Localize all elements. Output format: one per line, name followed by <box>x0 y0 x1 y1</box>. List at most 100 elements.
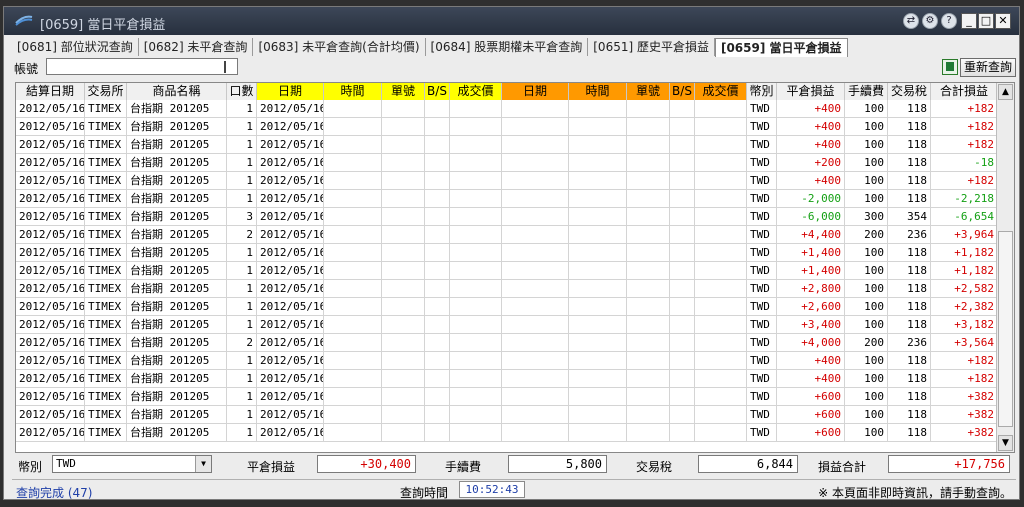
table-cell <box>450 316 502 334</box>
table-cell: 2012/05/16 <box>257 244 324 262</box>
chevron-down-icon[interactable]: ▼ <box>195 456 211 472</box>
table-cell <box>382 334 425 352</box>
tab-0659[interactable]: [0659] 當日平倉損益 <box>714 38 848 57</box>
table-cell <box>695 352 747 370</box>
pnl-label: 平倉損益 <box>247 460 296 474</box>
table-cell: 1 <box>227 298 257 316</box>
column-header[interactable]: 商品名稱 <box>127 83 227 100</box>
tab-0681[interactable]: [0681] 部位狀況查詢 <box>12 38 139 56</box>
table-cell <box>627 424 670 442</box>
table-cell <box>502 190 569 208</box>
column-header[interactable]: 成交價 <box>450 83 502 100</box>
column-header[interactable]: 平倉損益 <box>777 83 845 100</box>
table-cell: +3,964 <box>931 226 998 244</box>
table-cell: +1,400 <box>777 244 845 262</box>
table-cell <box>382 352 425 370</box>
app-window: [0659] 當日平倉損益 ⇄ ⚙ ? _ □ ✕ [0681] 部位狀況查詢 … <box>3 6 1020 500</box>
table-cell: TWD <box>747 100 777 118</box>
excel-export-icon[interactable] <box>942 59 958 75</box>
table-cell <box>502 352 569 370</box>
refresh-button[interactable]: 重新查詢 <box>960 58 1016 77</box>
table-cell: 1 <box>227 244 257 262</box>
settings-icon[interactable]: ⚙ <box>922 13 938 29</box>
table-cell <box>324 316 382 334</box>
table-cell: 1 <box>227 280 257 298</box>
table-cell <box>425 172 450 190</box>
scroll-thumb[interactable] <box>998 231 1013 427</box>
table-cell: 100 <box>845 118 888 136</box>
column-header[interactable]: 日期 <box>502 83 569 100</box>
link-icon[interactable]: ⇄ <box>903 13 919 29</box>
table-cell: 2012/05/16 <box>16 154 85 172</box>
table-cell <box>502 244 569 262</box>
account-field[interactable] <box>46 58 238 75</box>
column-header[interactable]: 成交價 <box>695 83 747 100</box>
column-header[interactable]: 單號 <box>627 83 670 100</box>
table-cell <box>627 352 670 370</box>
table-cell: TIMEX <box>85 172 127 190</box>
table-cell <box>502 100 569 118</box>
table-cell: TWD <box>747 136 777 154</box>
column-header[interactable]: 日期 <box>257 83 324 100</box>
column-header[interactable]: 單號 <box>382 83 425 100</box>
table-cell: 台指期 201205 <box>127 190 227 208</box>
table-cell <box>425 370 450 388</box>
column-header[interactable]: B/S <box>425 83 450 100</box>
table-cell <box>382 280 425 298</box>
currency-select[interactable]: TWD ▼ <box>52 455 212 473</box>
tab-0682[interactable]: [0682] 未平倉查詢 <box>139 38 254 56</box>
summary-bar: 幣別 TWD ▼ 平倉損益 +30,400 手續費 5,800 交易稅 6,84… <box>12 454 1016 476</box>
column-header[interactable]: 合計損益 <box>931 83 998 100</box>
minimize-button[interactable]: _ <box>961 13 977 29</box>
scroll-down-icon[interactable]: ▼ <box>998 435 1013 451</box>
column-header[interactable]: B/S <box>670 83 695 100</box>
vertical-scrollbar[interactable]: ▲ ▼ <box>996 83 1014 452</box>
table-cell: 2012/05/16 <box>257 262 324 280</box>
table-cell <box>425 208 450 226</box>
table-cell <box>324 172 382 190</box>
table-cell <box>450 100 502 118</box>
table-cell: +600 <box>777 406 845 424</box>
column-header[interactable]: 時間 <box>324 83 382 100</box>
table-cell <box>670 352 695 370</box>
table-cell: 2012/05/16 <box>257 424 324 442</box>
table-cell: 台指期 201205 <box>127 154 227 172</box>
table-cell: 2012/05/16 <box>16 334 85 352</box>
column-header[interactable]: 交易所 <box>85 83 127 100</box>
table-cell <box>425 316 450 334</box>
column-header[interactable]: 幣別 <box>747 83 777 100</box>
table-cell <box>569 154 627 172</box>
table-cell <box>502 136 569 154</box>
table-cell: 2012/05/16 <box>257 406 324 424</box>
table-cell: 台指期 201205 <box>127 352 227 370</box>
tab-0684[interactable]: [0684] 股票期權未平倉查詢 <box>426 38 589 56</box>
maximize-button[interactable]: □ <box>978 13 994 29</box>
table-cell: 2012/05/16 <box>16 262 85 280</box>
table-cell <box>450 154 502 172</box>
table-cell <box>382 118 425 136</box>
table-cell <box>627 280 670 298</box>
column-header[interactable]: 口數 <box>227 83 257 100</box>
column-header[interactable]: 結算日期 <box>16 83 85 100</box>
tab-0683[interactable]: [0683] 未平倉查詢(合計均價) <box>253 38 426 56</box>
table-cell: +1,400 <box>777 262 845 280</box>
column-header[interactable]: 手續費 <box>845 83 888 100</box>
tab-0651[interactable]: [0651] 歷史平倉損益 <box>588 38 715 56</box>
table-cell: TIMEX <box>85 208 127 226</box>
table-cell: 2012/05/16 <box>257 298 324 316</box>
table-cell <box>695 118 747 136</box>
help-icon[interactable]: ? <box>941 13 957 29</box>
table-cell: 118 <box>888 298 931 316</box>
close-button[interactable]: ✕ <box>995 13 1011 29</box>
table-cell: 2012/05/16 <box>16 244 85 262</box>
table-cell <box>450 190 502 208</box>
table-cell <box>425 118 450 136</box>
total-label: 損益合計 <box>818 460 867 474</box>
column-header[interactable]: 交易稅 <box>888 83 931 100</box>
table-cell <box>450 406 502 424</box>
table-cell <box>695 226 747 244</box>
table-cell <box>502 406 569 424</box>
column-header[interactable]: 時間 <box>569 83 627 100</box>
table-cell: 1 <box>227 136 257 154</box>
scroll-up-icon[interactable]: ▲ <box>998 84 1013 100</box>
